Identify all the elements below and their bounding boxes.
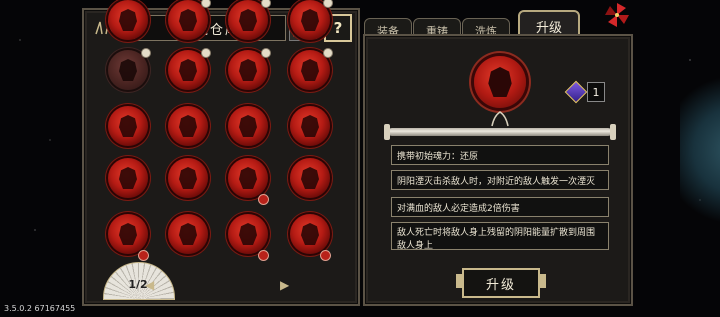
soul-portrait-icon	[119, 223, 137, 245]
soul-item[interactable]	[228, 214, 269, 261]
scroll-end-right	[610, 124, 616, 140]
flame-ornament-icon	[488, 110, 512, 128]
page-indicator: 1/2	[128, 278, 148, 291]
soul-portrait-icon	[179, 223, 197, 245]
planet-decoration	[680, 60, 720, 240]
soul-item[interactable]	[168, 214, 208, 254]
soul-item[interactable]	[290, 106, 330, 146]
soul-portrait-icon	[119, 115, 137, 137]
soul-portrait-icon	[119, 9, 137, 31]
next-page-button[interactable]: ▶	[280, 278, 289, 292]
selected-soul-icon	[474, 56, 526, 108]
soul-portrait-icon	[239, 9, 257, 31]
soul-item[interactable]	[290, 48, 333, 90]
soul-item[interactable]	[108, 158, 148, 198]
soul-item[interactable]	[290, 214, 331, 261]
soul-portrait-icon	[301, 223, 319, 245]
soul-portrait-icon	[179, 115, 197, 137]
soul-portrait-icon	[119, 167, 137, 189]
soul-item[interactable]	[228, 158, 269, 205]
level-badge-icon	[320, 250, 331, 261]
effect-line: 阴阳湮灭击杀敌人时，对附近的敌人触发一次湮灭	[391, 170, 609, 190]
soul-portrait-icon	[179, 167, 197, 189]
soul-item[interactable]	[228, 106, 268, 146]
soul-portrait-icon	[301, 115, 319, 137]
star-badge-icon	[201, 48, 211, 58]
pinwheel-icon[interactable]	[604, 2, 630, 28]
soul-portrait-icon	[239, 115, 257, 137]
soul-portrait-icon	[179, 9, 197, 31]
soul-item[interactable]	[108, 48, 151, 90]
soul-portrait-icon	[239, 167, 257, 189]
gem-count: 1	[587, 82, 605, 102]
soul-item[interactable]	[228, 0, 271, 40]
level-badge-icon	[258, 194, 269, 205]
soul-portrait-icon	[301, 167, 319, 189]
soul-item[interactable]	[108, 106, 148, 146]
soul-item[interactable]	[108, 214, 149, 261]
effect-line: 携带初始魂力：还原	[391, 145, 609, 165]
star-badge-icon	[141, 48, 151, 58]
soul-item[interactable]	[108, 0, 148, 40]
level-badge-icon	[138, 250, 149, 261]
soul-item[interactable]	[168, 48, 211, 90]
star-badge-icon	[323, 48, 333, 58]
soul-portrait-icon	[119, 59, 137, 81]
effect-line: 敌人死亡时将敌人身上残留的阴阳能量扩散到周围敌人身上	[391, 222, 609, 251]
soul-portrait-icon	[301, 59, 319, 81]
prev-page-button[interactable]: ◀	[145, 278, 154, 292]
soul-portrait-icon	[239, 59, 257, 81]
soul-item[interactable]	[228, 48, 271, 90]
soul-item[interactable]	[168, 0, 211, 40]
soul-portrait-icon	[239, 223, 257, 245]
soul-item[interactable]	[168, 106, 208, 146]
version-text: 3.5.0.2 67167455	[4, 304, 76, 313]
scroll-end-left	[384, 124, 390, 140]
effect-line: 对满血的敌人必定造成2倍伤害	[391, 197, 609, 217]
soul-portrait-icon	[179, 59, 197, 81]
soul-item[interactable]	[290, 158, 330, 198]
star-badge-icon	[261, 48, 271, 58]
level-badge-icon	[258, 250, 269, 261]
soul-item[interactable]	[290, 0, 333, 40]
scroll-divider	[388, 128, 612, 136]
soul-portrait-icon	[301, 9, 319, 31]
upgrade-button[interactable]: 升级	[456, 268, 546, 298]
soul-item[interactable]	[168, 158, 208, 198]
